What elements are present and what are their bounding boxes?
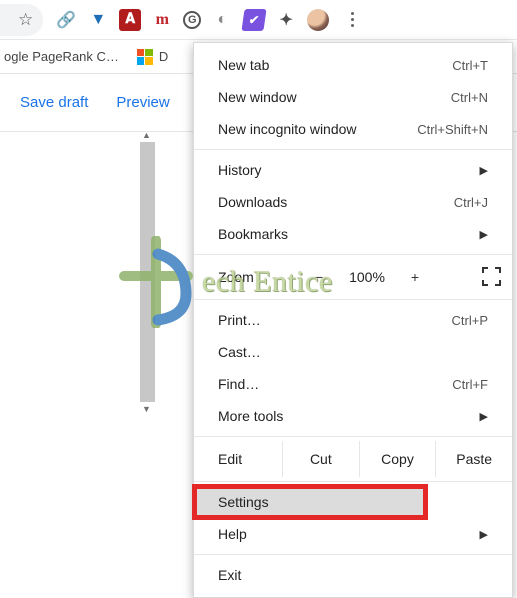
chevron-right-icon: ▶	[480, 228, 488, 241]
menu-separator	[194, 481, 512, 482]
microsoft-icon	[137, 49, 153, 65]
edit-copy[interactable]: Copy	[359, 441, 436, 477]
menu-downloads[interactable]: Downloads Ctrl+J	[194, 186, 512, 218]
menu-label: History	[218, 162, 262, 178]
menu-label: Exit	[218, 567, 241, 583]
menu-shortcut: Ctrl+Shift+N	[417, 122, 488, 137]
chevron-right-icon: ▶	[480, 410, 488, 423]
menu-shortcut: Ctrl+T	[452, 58, 488, 73]
zoom-in-button[interactable]: +	[398, 269, 432, 285]
fullscreen-icon[interactable]	[482, 267, 502, 287]
scroll-down-arrow[interactable]: ▼	[142, 404, 151, 414]
menu-exit[interactable]: Exit	[194, 559, 512, 591]
menu-label: Bookmarks	[218, 226, 288, 242]
menu-settings[interactable]: Settings	[194, 486, 426, 518]
menu-separator	[194, 554, 512, 555]
bookmark-item-d-label: D	[159, 49, 168, 64]
menu-label: New incognito window	[218, 121, 357, 137]
menu-label: New window	[218, 89, 297, 105]
menu-shortcut: Ctrl+F	[452, 377, 488, 392]
bookmark-item-d[interactable]: D	[137, 49, 168, 65]
browser-toolbar: ☆ 🔗 ▼ 𝐀 m G ◐ ✔ ✦	[0, 0, 517, 40]
menu-shortcut: Ctrl+P	[452, 313, 488, 328]
panel-scrollbar[interactable]: ▲ ▼	[140, 142, 155, 402]
menu-shortcut: Ctrl+N	[451, 90, 488, 105]
menu-print[interactable]: Print… Ctrl+P	[194, 304, 512, 336]
menu-more-tools[interactable]: More tools ▶	[194, 400, 512, 432]
chevron-right-icon: ▶	[480, 528, 488, 541]
menu-separator	[194, 149, 512, 150]
menu-label: Print…	[218, 312, 261, 328]
scroll-up-arrow[interactable]: ▲	[142, 130, 151, 140]
zoom-value: 100%	[340, 269, 394, 285]
menu-edit-row: Edit Cut Copy Paste	[194, 441, 512, 477]
menu-separator	[194, 299, 512, 300]
menu-label: Find…	[218, 376, 259, 392]
chrome-menu-button[interactable]	[339, 7, 365, 33]
menu-label: Cast…	[218, 344, 261, 360]
link-icon[interactable]: 🔗	[55, 9, 77, 31]
profile-avatar[interactable]	[307, 9, 329, 31]
menu-history[interactable]: History ▶	[194, 154, 512, 186]
m-icon[interactable]: m	[151, 9, 173, 31]
extension-row: 🔗 ▼ 𝐀 m G ◐ ✔ ✦	[55, 7, 365, 33]
menu-bookmarks[interactable]: Bookmarks ▶	[194, 218, 512, 250]
chrome-menu: New tab Ctrl+T New window Ctrl+N New inc…	[193, 42, 513, 598]
menu-find[interactable]: Find… Ctrl+F	[194, 368, 512, 400]
menu-new-window[interactable]: New window Ctrl+N	[194, 81, 512, 113]
menu-shortcut: Ctrl+J	[454, 195, 488, 210]
check-icon[interactable]: ✔	[242, 9, 267, 31]
omnibox-end[interactable]: ☆	[0, 4, 43, 36]
menu-separator	[194, 436, 512, 437]
circle-icon[interactable]: ◐	[211, 9, 233, 31]
menu-label: Help	[218, 526, 247, 542]
edit-label: Edit	[194, 451, 282, 467]
menu-zoom: Zoom − 100% +	[194, 259, 512, 295]
menu-incognito[interactable]: New incognito window Ctrl+Shift+N	[194, 113, 512, 145]
adobe-icon[interactable]: 𝐀	[119, 9, 141, 31]
scroll-thumb[interactable]	[140, 142, 155, 402]
bookmark-item-pagerank[interactable]: ogle PageRank C…	[4, 49, 119, 64]
menu-cast[interactable]: Cast…	[194, 336, 512, 368]
menu-label: More tools	[218, 408, 283, 424]
watermark-logo-icon	[118, 236, 196, 328]
menu-label: New tab	[218, 57, 269, 73]
zoom-out-button[interactable]: −	[302, 269, 336, 285]
edit-cut[interactable]: Cut	[282, 441, 359, 477]
menu-label: Settings	[218, 494, 269, 510]
shield-icon[interactable]: ▼	[87, 9, 109, 31]
bookmark-star-icon[interactable]: ☆	[18, 10, 33, 30]
preview-link[interactable]: Preview	[116, 94, 169, 111]
menu-help[interactable]: Help ▶	[194, 518, 512, 550]
edit-paste[interactable]: Paste	[435, 441, 512, 477]
extensions-icon[interactable]: ✦	[275, 9, 297, 31]
chevron-right-icon: ▶	[480, 164, 488, 177]
menu-separator	[194, 254, 512, 255]
save-draft-link[interactable]: Save draft	[20, 94, 88, 111]
menu-new-tab[interactable]: New tab Ctrl+T	[194, 49, 512, 81]
menu-label: Downloads	[218, 194, 287, 210]
grammarly-icon[interactable]: G	[183, 11, 201, 29]
zoom-label: Zoom	[218, 269, 298, 285]
